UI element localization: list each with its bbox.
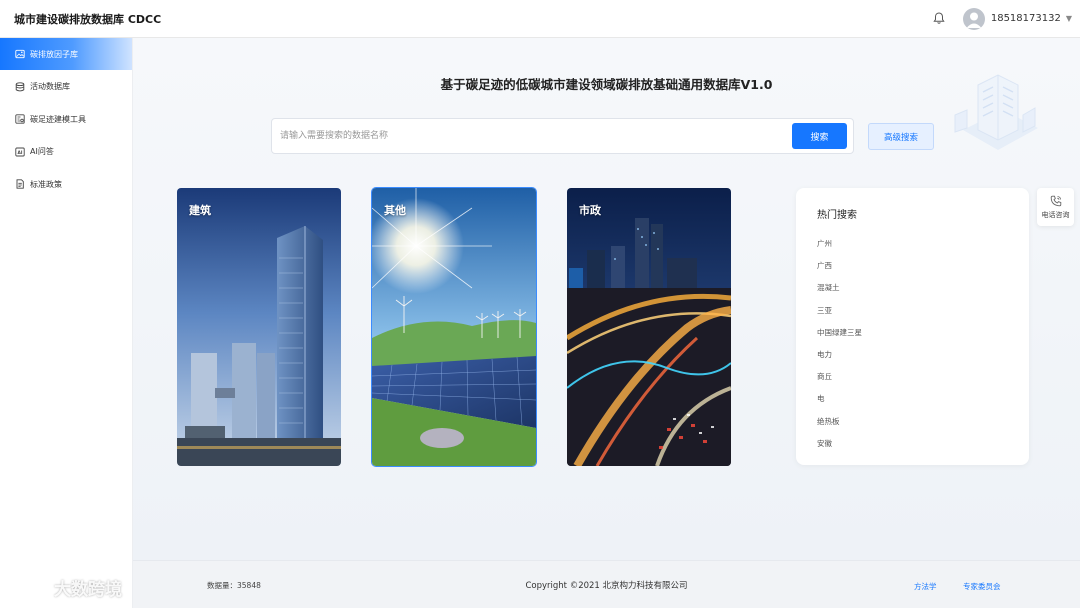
solar-wind-scene-image	[372, 188, 536, 466]
tool-icon	[14, 114, 25, 125]
page-title: 基于碳足迹的低碳城市建设领域碳排放基础通用数据库V1.0	[440, 77, 773, 92]
hot-search-item[interactable]: 三亚	[817, 300, 1029, 322]
footer: 数据量：35848 Copyright ©2021 北京构力科技有限公司 方法学…	[133, 560, 1080, 608]
watermark-text: 大数跨境	[54, 579, 122, 600]
phone-icon	[1050, 195, 1061, 206]
hot-search-item[interactable]: 广州	[817, 233, 1029, 255]
watermark-logo-icon	[8, 578, 46, 596]
category-card-building[interactable]: 建筑	[177, 188, 341, 466]
phone-consult-label: 电话咨询	[1041, 210, 1070, 219]
category-card-municipal[interactable]: 市政	[567, 188, 731, 466]
advanced-search-button[interactable]: 高级搜索	[868, 123, 934, 150]
category-label: 建筑	[189, 204, 211, 217]
sidebar-item-standards[interactable]: 标准政策	[0, 168, 132, 200]
hot-search-panel: 热门搜索 广州 广西 混凝土 三亚 中国绿建三星 电力 商丘 电 绝热板 安徽	[796, 188, 1029, 465]
hot-search-item[interactable]: 商丘	[817, 366, 1029, 388]
svg-text:AI: AI	[17, 150, 22, 156]
sidebar-item-activity-data[interactable]: 活动数据库	[0, 71, 132, 103]
sidebar-item-label: 活动数据库	[30, 82, 70, 92]
sidebar-item-ai-qa[interactable]: AI AI问答	[0, 136, 132, 168]
caret-down-icon[interactable]: ▼	[1066, 14, 1072, 23]
category-label: 市政	[579, 204, 601, 217]
category-label: 其他	[384, 204, 406, 217]
sidebar-item-label: AI问答	[30, 147, 54, 157]
app-title: 城市建设碳排放数据库 CDCC	[14, 12, 162, 26]
hot-search-title: 热门搜索	[817, 210, 857, 221]
hot-search-item[interactable]: 电	[817, 388, 1029, 410]
sidebar-item-label: 碳排放因子库	[30, 49, 78, 59]
night-highway-scene-image	[567, 188, 731, 466]
hot-search-item[interactable]: 电力	[817, 344, 1029, 366]
sidebar: 碳排放因子库 活动数据库 碳足迹建模工具 AI AI问答 标准政策	[0, 38, 133, 608]
building-scene-image	[177, 188, 341, 466]
hot-search-item[interactable]: 中国绿建三星	[817, 322, 1029, 344]
image-icon	[14, 49, 25, 60]
main-content: 基于碳足迹的低碳城市建设领域碳排放基础通用数据库V1.0 搜索 高级搜索	[133, 38, 1080, 560]
category-card-other[interactable]: 其他	[371, 187, 537, 467]
ai-icon: AI	[14, 146, 25, 157]
copyright-text: Copyright ©2021 北京构力科技有限公司	[525, 581, 688, 591]
hot-search-item[interactable]: 混凝土	[817, 277, 1029, 299]
footer-link-methodology[interactable]: 方法学	[914, 581, 937, 592]
sidebar-item-footprint-tool[interactable]: 碳足迹建模工具	[0, 103, 132, 135]
hot-search-item[interactable]: 绝热板	[817, 411, 1029, 433]
username[interactable]: 18518173132	[991, 13, 1061, 24]
search-input[interactable]	[272, 119, 792, 153]
footer-link-expert-committee[interactable]: 专家委员会	[963, 581, 1001, 592]
user-avatar-icon[interactable]	[962, 7, 985, 30]
hot-search-item[interactable]: 广西	[817, 255, 1029, 277]
document-icon	[14, 179, 25, 190]
sidebar-item-label: 标准政策	[30, 179, 62, 189]
database-icon	[14, 81, 25, 92]
search-bar: 搜索	[271, 118, 854, 154]
hot-search-item[interactable]: 安徽	[817, 433, 1029, 455]
bell-icon[interactable]	[931, 11, 947, 27]
sidebar-item-emission-factors[interactable]: 碳排放因子库	[0, 38, 132, 70]
search-button[interactable]: 搜索	[792, 123, 847, 149]
top-header: 城市建设碳排放数据库 CDCC 18518173132 ▼	[0, 0, 1080, 38]
sidebar-item-label: 碳足迹建模工具	[30, 114, 86, 124]
phone-consult-button[interactable]: 电话咨询	[1037, 188, 1074, 226]
watermark: 大数跨境	[8, 574, 122, 600]
header-user-area: 18518173132 ▼	[931, 7, 1072, 30]
